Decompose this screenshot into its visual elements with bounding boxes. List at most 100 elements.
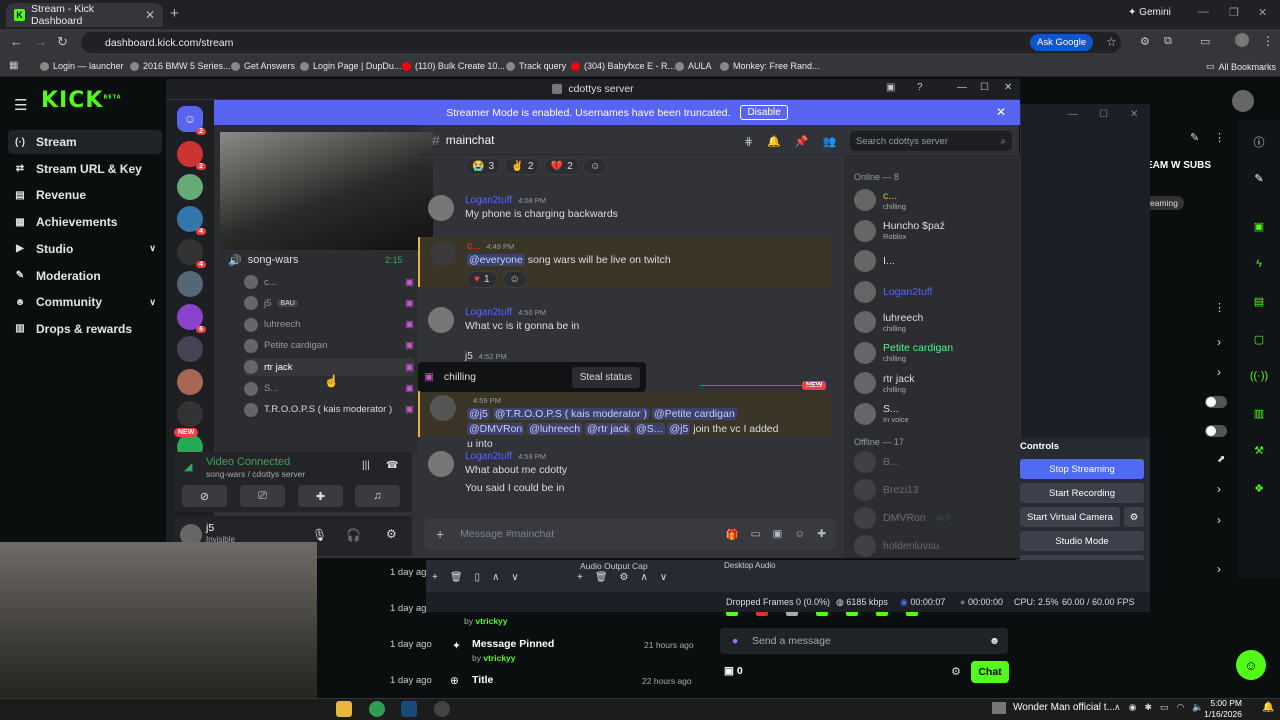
start-virtual-camera-button[interactable]: Start Virtual Camera xyxy=(1020,507,1120,527)
broadcast-icon[interactable]: ((·)) xyxy=(1244,364,1274,388)
bluetooth-icon[interactable]: ✱ xyxy=(1144,702,1152,713)
notification-bell-icon[interactable]: 🔔 xyxy=(1262,702,1274,713)
down-icon[interactable]: ∨ xyxy=(660,572,667,583)
member-item[interactable]: Petite cardigan chilling xyxy=(854,339,953,367)
ask-google-button[interactable]: Ask Google xyxy=(1030,34,1094,51)
stop-streaming-button[interactable]: Stop Streaming xyxy=(1020,459,1144,479)
avatar[interactable] xyxy=(428,195,454,221)
bookmark-9[interactable]: Monkey: Free Rand... xyxy=(720,61,820,71)
chevron-right-icon[interactable]: › xyxy=(1217,335,1221,349)
bookmark-star-icon[interactable]: ☆ xyxy=(1106,35,1117,49)
close-window-icon[interactable]: ✕ xyxy=(1258,6,1267,19)
disconnect-icon[interactable]: ☎ xyxy=(386,460,398,471)
trash-icon[interactable]: 🗑 xyxy=(595,572,608,583)
emoji-icon[interactable]: ☻ xyxy=(989,635,1000,647)
kebab-icon-2[interactable]: ⋮ xyxy=(1214,301,1225,314)
extension-icon[interactable]: ⚙ xyxy=(1140,35,1150,48)
message-author[interactable]: Logan2tuff 4:08 PM xyxy=(465,195,546,206)
widget-icon-2[interactable]: ▤ xyxy=(1244,289,1274,313)
add-icon[interactable]: + xyxy=(432,572,438,583)
server-icon[interactable] xyxy=(177,336,203,362)
kick-logo[interactable]: KICKBETA xyxy=(41,88,122,113)
reaction-sob[interactable]: 😭 3 xyxy=(465,158,502,175)
search-input[interactable]: Search cdottys server ⌕ xyxy=(850,131,1012,151)
gear-icon[interactable]: ⚙ xyxy=(620,572,629,583)
threads-icon[interactable]: ⋕ xyxy=(744,135,753,148)
server-icon[interactable] xyxy=(177,401,203,427)
voice-member[interactable]: luhreech ▣ xyxy=(244,316,414,334)
message-author[interactable]: j5 4:52 PM xyxy=(465,351,507,362)
minimize-icon[interactable]: — xyxy=(1198,6,1209,18)
member-item[interactable]: Huncho $paź Roblox xyxy=(854,217,945,245)
message[interactable]: Logan2tuff 4:59 PM What about me cdotty Y… xyxy=(428,451,840,495)
back-icon[interactable]: ← xyxy=(10,34,23,49)
bookmark-1[interactable]: Login — launcher xyxy=(40,61,124,71)
voice-channel-song-wars[interactable]: 🔊 song-wars xyxy=(228,254,298,267)
bookmark-4[interactable]: Login Page | DupDu... xyxy=(300,61,401,71)
message-input[interactable]: + Message #mainchat 🎁 ▭ ▣ ☺ ✚ xyxy=(424,518,836,550)
sticker-icon[interactable]: ▣ xyxy=(773,528,783,541)
close-tab-icon[interactable]: ✕ xyxy=(145,8,155,22)
record-tray-icon[interactable]: ◉ xyxy=(1129,702,1137,713)
kick-nav-drops-rewards[interactable]: ▥ Drops & rewards xyxy=(8,317,162,341)
gemini-button[interactable]: ✦ Gemini xyxy=(1128,7,1171,18)
voice-member[interactable]: T.R.O.O.P.S ( kais moderator ) ▣ xyxy=(244,401,414,419)
kick-nav-revenue[interactable]: ▤ Revenue xyxy=(8,183,162,207)
attach-plus-icon[interactable]: + xyxy=(436,526,444,542)
server-icon[interactable] xyxy=(177,173,203,200)
message-author[interactable]: c... 4:49 PM xyxy=(467,241,514,252)
add-reaction-icon[interactable]: ☺ xyxy=(502,271,527,288)
apps-icon[interactable]: ✚ xyxy=(817,528,826,541)
new-tab-icon[interactable]: + xyxy=(170,5,179,22)
emoji-icon[interactable]: ☺ xyxy=(794,528,805,541)
chevron-right-icon[interactable]: › xyxy=(1217,513,1221,527)
up-icon[interactable]: ∧ xyxy=(641,572,648,583)
bookmark-5[interactable]: (110) Bulk Create 10... xyxy=(402,61,505,71)
file-explorer-icon[interactable] xyxy=(336,701,352,717)
mic-icon[interactable]: 🎙 xyxy=(312,528,327,542)
edit-icon[interactable]: ✎ xyxy=(1244,166,1274,190)
kebab-icon[interactable]: ⋮ xyxy=(1214,131,1225,144)
virtual-camera-settings-icon[interactable]: ⚙ xyxy=(1124,507,1144,527)
server-icon[interactable] xyxy=(177,368,203,395)
dc-close-icon[interactable]: ✕ xyxy=(1004,82,1012,93)
pencil-icon[interactable]: ✎ xyxy=(1190,131,1199,144)
address-bar[interactable]: dashboard.kick.com/stream xyxy=(81,32,1121,53)
info-icon[interactable]: ⓘ xyxy=(1244,130,1274,154)
message-author[interactable]: 4:59 PM xyxy=(467,395,501,406)
widget-icon-3[interactable]: ▥ xyxy=(1244,401,1274,425)
reaction-heartbreak[interactable]: 💔 2 xyxy=(543,158,580,175)
obs-close-icon[interactable]: ✕ xyxy=(1130,109,1138,120)
more-icon[interactable]: ❖ xyxy=(1244,476,1274,500)
member-item[interactable]: c... chilling xyxy=(854,186,906,214)
message-highlighted[interactable]: 4:59 PM @j5 @T.R.O.O.P.S ( kais moderato… xyxy=(418,391,832,450)
reaction-heart[interactable]: ♥ 1 xyxy=(467,271,497,288)
avatar[interactable] xyxy=(428,451,454,477)
dc-minimize-icon[interactable]: — xyxy=(957,82,967,93)
message[interactable]: j5 4:52 PM xyxy=(428,351,840,362)
reload-icon[interactable]: ↻ xyxy=(57,34,68,50)
message-author[interactable]: Logan2tuff 4:59 PM xyxy=(465,451,546,462)
inbox-icon[interactable]: ▣ xyxy=(886,82,895,93)
gif-icon[interactable]: ▭ xyxy=(751,528,761,541)
all-bookmarks[interactable]: ▭ All Bookmarks xyxy=(1206,61,1276,72)
kick-nav-community[interactable]: ☻ Community ∨ xyxy=(8,290,162,314)
bell-icon[interactable]: 🔔 xyxy=(767,135,781,148)
obs-icon[interactable] xyxy=(434,701,450,717)
server-icon[interactable]: 4 xyxy=(177,206,206,235)
member-item[interactable]: S... In voice xyxy=(854,400,909,428)
chat-icon[interactable]: ▢ xyxy=(1244,327,1274,351)
server-icon[interactable]: 4 xyxy=(177,238,206,268)
avatar[interactable] xyxy=(428,307,454,333)
up-icon[interactable]: ∧ xyxy=(492,572,499,583)
server-icon[interactable]: 2 xyxy=(177,141,206,170)
member-item-offline[interactable]: B... xyxy=(854,450,899,474)
chrome-icon[interactable] xyxy=(369,701,385,717)
member-item[interactable]: I... xyxy=(854,247,895,275)
message[interactable]: Logan2tuff 4:50 PM What vc is it gonna be… xyxy=(428,307,840,337)
clock[interactable]: 5:00 PM 1/16/2026 xyxy=(1198,698,1242,720)
members-icon[interactable]: 👥 xyxy=(823,135,837,148)
discord-home-icon[interactable]: ☺ 2 xyxy=(177,106,206,135)
member-item[interactable]: luhreech chilling xyxy=(854,308,923,336)
widget-icon-1[interactable]: ▣ xyxy=(1244,214,1274,238)
